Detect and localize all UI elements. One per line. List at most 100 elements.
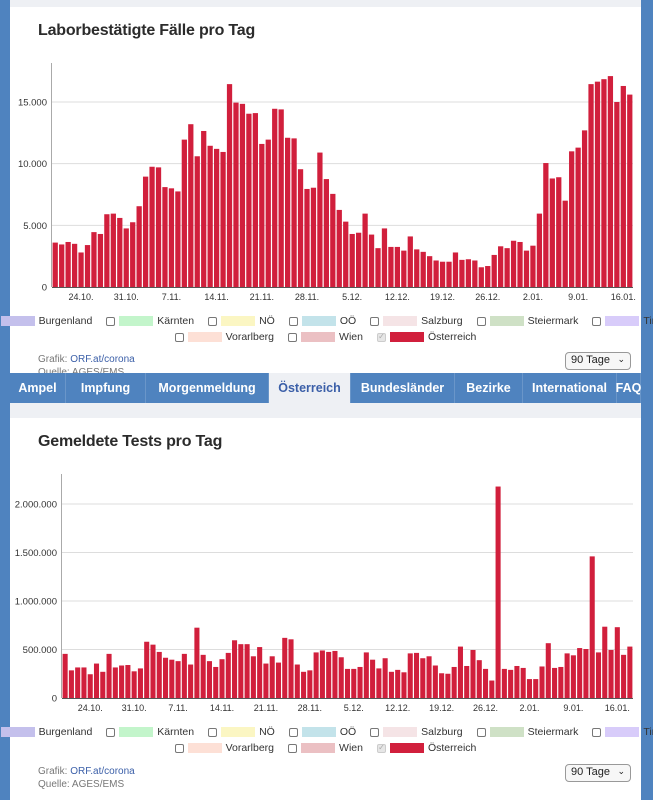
bar[interactable]	[206, 661, 212, 698]
legend-checkbox[interactable]	[106, 727, 116, 737]
range-select-cases[interactable]: 90 Tage ⌄	[565, 352, 631, 370]
legend-item[interactable]: Burgenland	[0, 724, 92, 740]
bar[interactable]	[420, 251, 426, 287]
bar[interactable]	[583, 649, 589, 698]
bar[interactable]	[356, 232, 362, 287]
bar[interactable]	[326, 651, 332, 698]
legend-item[interactable]: Wien	[288, 329, 363, 345]
bar[interactable]	[71, 243, 78, 287]
bar[interactable]	[225, 652, 231, 698]
bar[interactable]	[558, 666, 564, 698]
bar[interactable]	[263, 663, 269, 698]
bar[interactable]	[457, 646, 463, 698]
bar[interactable]	[257, 647, 263, 698]
bar[interactable]	[602, 626, 608, 698]
bar[interactable]	[588, 84, 594, 288]
bar[interactable]	[150, 644, 156, 698]
legend-item[interactable]: Burgenland	[0, 313, 92, 329]
bar[interactable]	[381, 228, 388, 287]
bar[interactable]	[621, 654, 627, 698]
tab-bundesländer[interactable]: Bundesländer	[351, 373, 455, 403]
bar[interactable]	[595, 652, 602, 698]
legend-item[interactable]: ✓ Österreich	[376, 740, 476, 756]
bar[interactable]	[78, 252, 84, 287]
legend-checkbox[interactable]	[476, 727, 486, 737]
bar[interactable]	[52, 242, 58, 287]
bar[interactable]	[188, 124, 194, 287]
bar[interactable]	[388, 246, 394, 287]
legend-checkbox[interactable]	[476, 316, 486, 326]
bar[interactable]	[504, 248, 510, 287]
bar[interactable]	[169, 659, 175, 698]
bar[interactable]	[62, 653, 68, 698]
bar[interactable]	[601, 79, 607, 288]
bar[interactable]	[282, 637, 288, 698]
bar[interactable]	[81, 667, 87, 698]
bar[interactable]	[401, 250, 407, 287]
legend-item[interactable]: Vorarlberg	[174, 329, 274, 345]
bar[interactable]	[106, 653, 112, 698]
bar[interactable]	[508, 669, 514, 698]
bar[interactable]	[175, 191, 181, 287]
bar[interactable]	[336, 209, 342, 287]
bar[interactable]	[149, 166, 155, 287]
bar[interactable]	[162, 187, 168, 287]
bar[interactable]	[343, 221, 349, 287]
bar[interactable]	[155, 167, 162, 287]
bar[interactable]	[175, 661, 181, 698]
bar[interactable]	[426, 656, 432, 698]
bar[interactable]	[272, 108, 278, 287]
bar[interactable]	[427, 256, 433, 287]
legend-checkbox[interactable]	[370, 727, 380, 737]
bar[interactable]	[368, 234, 375, 287]
legend-item[interactable]: Vorarlberg	[174, 740, 274, 756]
bar[interactable]	[87, 674, 93, 698]
legend-item[interactable]: Salzburg	[370, 313, 463, 329]
bar[interactable]	[627, 94, 633, 287]
legend-item[interactable]: NÖ	[208, 313, 275, 329]
bar[interactable]	[388, 671, 394, 698]
bar[interactable]	[432, 665, 438, 699]
bar[interactable]	[269, 656, 275, 698]
bar[interactable]	[168, 188, 175, 287]
legend-checkbox[interactable]	[592, 316, 602, 326]
tab-impfung[interactable]: Impfung	[66, 373, 146, 403]
bar[interactable]	[589, 556, 595, 698]
tab-international[interactable]: International	[523, 373, 617, 403]
bar[interactable]	[459, 259, 465, 287]
legend-checkbox[interactable]	[592, 727, 602, 737]
bar[interactable]	[213, 666, 219, 698]
bar[interactable]	[233, 102, 239, 288]
bar[interactable]	[110, 213, 116, 287]
tab-bezirke[interactable]: Bezirke	[455, 373, 523, 403]
bar[interactable]	[394, 246, 400, 287]
bar[interactable]	[614, 102, 620, 287]
bar[interactable]	[446, 261, 452, 287]
bar[interactable]	[100, 671, 106, 698]
bar[interactable]	[59, 244, 65, 287]
legend-checkbox[interactable]	[288, 332, 298, 342]
bar[interactable]	[91, 232, 97, 287]
bar[interactable]	[556, 177, 562, 287]
bar[interactable]	[344, 668, 351, 698]
legend-item[interactable]: Tirol	[592, 313, 653, 329]
bar[interactable]	[495, 486, 501, 698]
bar[interactable]	[357, 666, 363, 698]
bar[interactable]	[464, 665, 470, 698]
legend-checkbox[interactable]	[106, 316, 116, 326]
bar[interactable]	[244, 644, 250, 698]
bar[interactable]	[130, 222, 136, 287]
legend-checkbox[interactable]	[288, 743, 298, 753]
bar[interactable]	[627, 646, 633, 698]
bar[interactable]	[232, 640, 238, 698]
bar[interactable]	[310, 187, 317, 287]
legend-item[interactable]: OÖ	[288, 313, 356, 329]
bar[interactable]	[123, 228, 129, 287]
bar[interactable]	[510, 240, 517, 287]
bar[interactable]	[451, 666, 457, 698]
bar[interactable]	[608, 649, 614, 698]
bar[interactable]	[413, 652, 420, 698]
bar[interactable]	[407, 653, 413, 698]
bar[interactable]	[119, 665, 125, 699]
bar[interactable]	[291, 138, 297, 287]
